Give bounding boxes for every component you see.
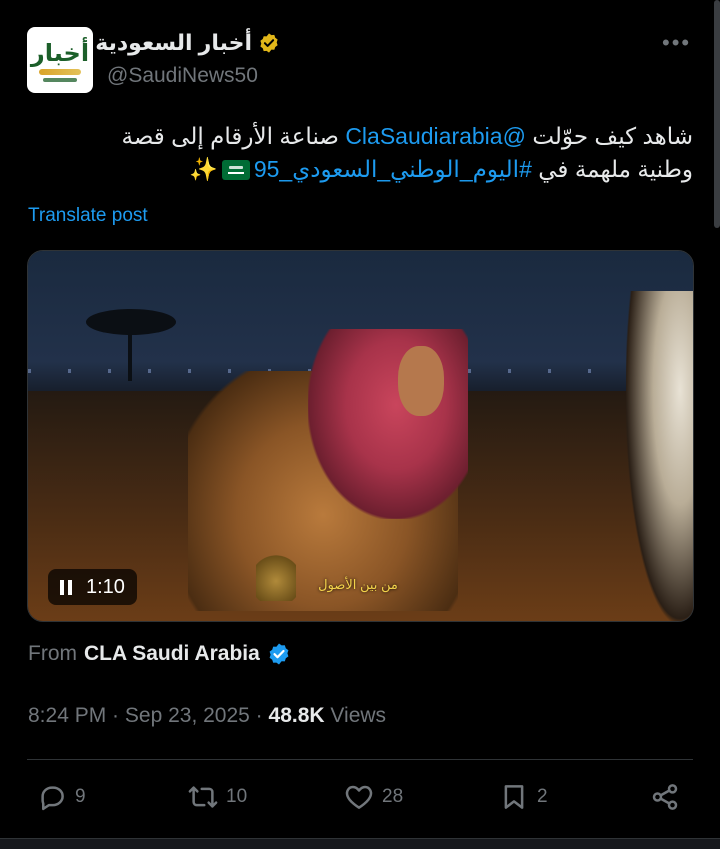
video-frame-teapot bbox=[256, 551, 296, 601]
saudi-flag-icon bbox=[221, 160, 250, 180]
share-button[interactable] bbox=[650, 782, 680, 812]
reply-icon bbox=[41, 786, 64, 811]
account-handle[interactable]: @SaudiNews50 bbox=[107, 64, 258, 88]
post-text-line-1: شاهد كيف حوّلت @ClaSaudiarabia صناعة الأ… bbox=[24, 120, 693, 153]
avatar-logo-text: أخبار bbox=[30, 38, 90, 67]
video-frame-headdress bbox=[308, 329, 468, 519]
post-text: شاهد كيف حوّلت @ClaSaudiarabia صناعة الأ… bbox=[24, 120, 693, 186]
video-subtitle: من بين الأصول bbox=[318, 577, 398, 592]
action-bar: 9 10 28 2 bbox=[0, 782, 720, 822]
post-text-line-2: وطنية ملهمة في #اليوم_الوطني_السعودي_95 ✨ bbox=[24, 153, 693, 186]
verified-blue-icon bbox=[269, 643, 289, 665]
share-icon bbox=[652, 784, 678, 810]
verified-gold-icon bbox=[260, 33, 278, 53]
video-player[interactable]: من بين الأصول 1:10 bbox=[27, 250, 694, 622]
video-frame-tree-trunk bbox=[128, 321, 132, 381]
meta-separator: · bbox=[106, 704, 125, 727]
avatar-logo-bar bbox=[39, 68, 81, 75]
display-name[interactable]: أخبار السعودية bbox=[95, 30, 252, 56]
sparkles-icon: ✨ bbox=[189, 156, 218, 182]
mention-link[interactable]: @ClaSaudiarabia bbox=[345, 123, 526, 149]
video-duration: 1:10 bbox=[86, 575, 125, 598]
repost-icon bbox=[188, 786, 218, 808]
translate-post-link[interactable]: Translate post bbox=[28, 205, 148, 227]
post-text-segment: شاهد كيف حوّلت bbox=[525, 123, 693, 149]
avatar[interactable]: أخبار bbox=[27, 27, 93, 93]
views-count[interactable]: 48.8K bbox=[269, 704, 325, 727]
like-button[interactable]: 28 bbox=[344, 782, 403, 812]
video-play-pause-control[interactable]: 1:10 bbox=[48, 569, 137, 605]
heart-icon bbox=[345, 785, 373, 809]
video-frame-face bbox=[398, 346, 444, 416]
post-text-segment: وطنية ملهمة في bbox=[531, 156, 693, 182]
video-source-prefix: From bbox=[28, 642, 77, 665]
like-count: 28 bbox=[382, 786, 404, 807]
bookmark-button[interactable]: 2 bbox=[499, 782, 548, 812]
post-meta: 8:24 PM · Sep 23, 2025 · 48.8K Views bbox=[28, 704, 386, 728]
video-frame-figure-right bbox=[626, 291, 693, 621]
divider bbox=[27, 759, 693, 760]
reply-count: 9 bbox=[75, 786, 86, 807]
pause-icon[interactable] bbox=[60, 579, 72, 595]
repost-button[interactable]: 10 bbox=[188, 782, 247, 812]
display-name-line[interactable]: أخبار السعودية bbox=[95, 30, 280, 56]
post-text-segment: صناعة الأرقام إلى قصة bbox=[121, 123, 346, 149]
views-label: Views bbox=[324, 704, 387, 727]
avatar-logo-swoosh bbox=[43, 77, 77, 82]
post-header: أخبار أخبار السعودية @SaudiNews50 bbox=[0, 24, 720, 94]
reply-button[interactable]: 9 bbox=[37, 782, 86, 812]
hashtag-link[interactable]: #اليوم_الوطني_السعودي_95 bbox=[254, 156, 532, 182]
meta-separator: · bbox=[249, 704, 269, 727]
repost-count: 10 bbox=[226, 786, 248, 807]
video-source: From CLA Saudi Arabia bbox=[28, 642, 291, 666]
bookmark-icon bbox=[504, 785, 524, 809]
post-date[interactable]: Sep 23, 2025 bbox=[125, 704, 250, 727]
video-source-name[interactable]: CLA Saudi Arabia bbox=[84, 642, 260, 666]
bookmark-count: 2 bbox=[537, 786, 548, 807]
more-options-icon[interactable]: ••• bbox=[662, 30, 691, 56]
bottom-edge bbox=[0, 838, 720, 849]
post-time[interactable]: 8:24 PM bbox=[28, 704, 106, 727]
